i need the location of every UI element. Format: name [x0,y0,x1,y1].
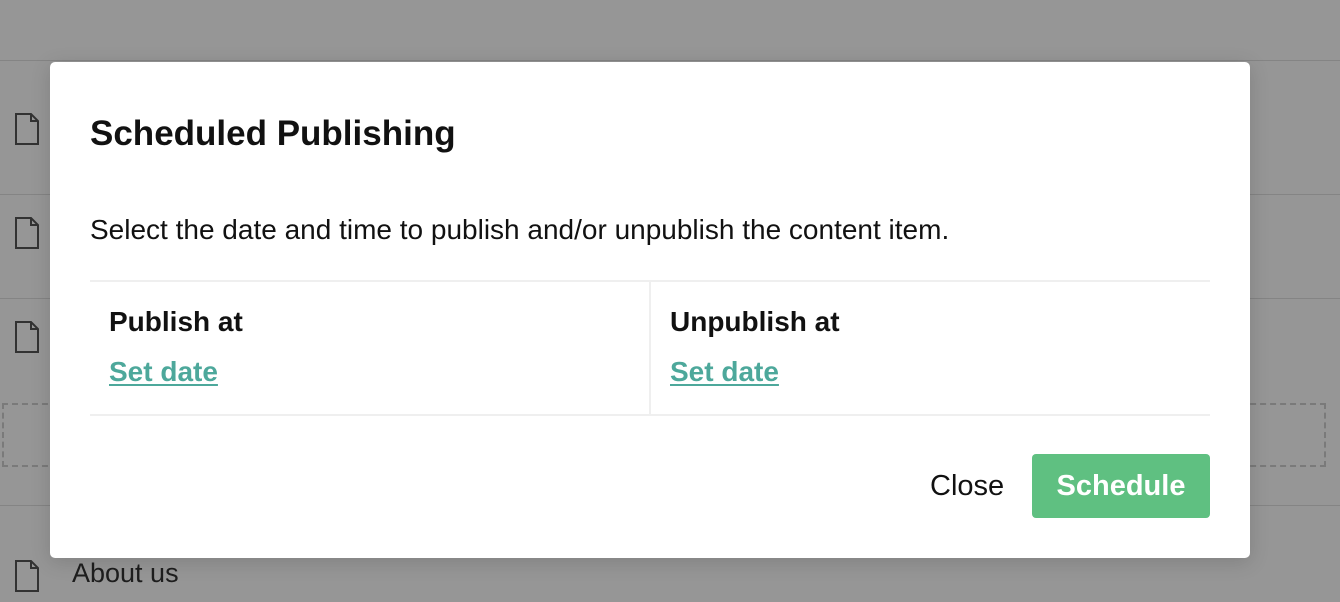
publish-set-date-link[interactable]: Set date [109,356,218,388]
unpublish-set-date-link[interactable]: Set date [670,356,779,388]
dialog-title: Scheduled Publishing [90,114,456,153]
publish-column: Publish at Set date [90,282,649,414]
close-button[interactable]: Close [918,454,1016,518]
unpublish-at-heading: Unpublish at [670,306,840,337]
schedule-table: Publish at Set date Unpublish at Set dat… [90,280,1210,416]
dialog-description: Select the date and time to publish and/… [90,214,950,245]
scheduled-publishing-dialog: Scheduled Publishing Select the date and… [50,62,1250,558]
schedule-button[interactable]: Schedule [1032,454,1210,518]
publish-at-heading: Publish at [109,306,243,337]
unpublish-column: Unpublish at Set date [649,282,1210,414]
